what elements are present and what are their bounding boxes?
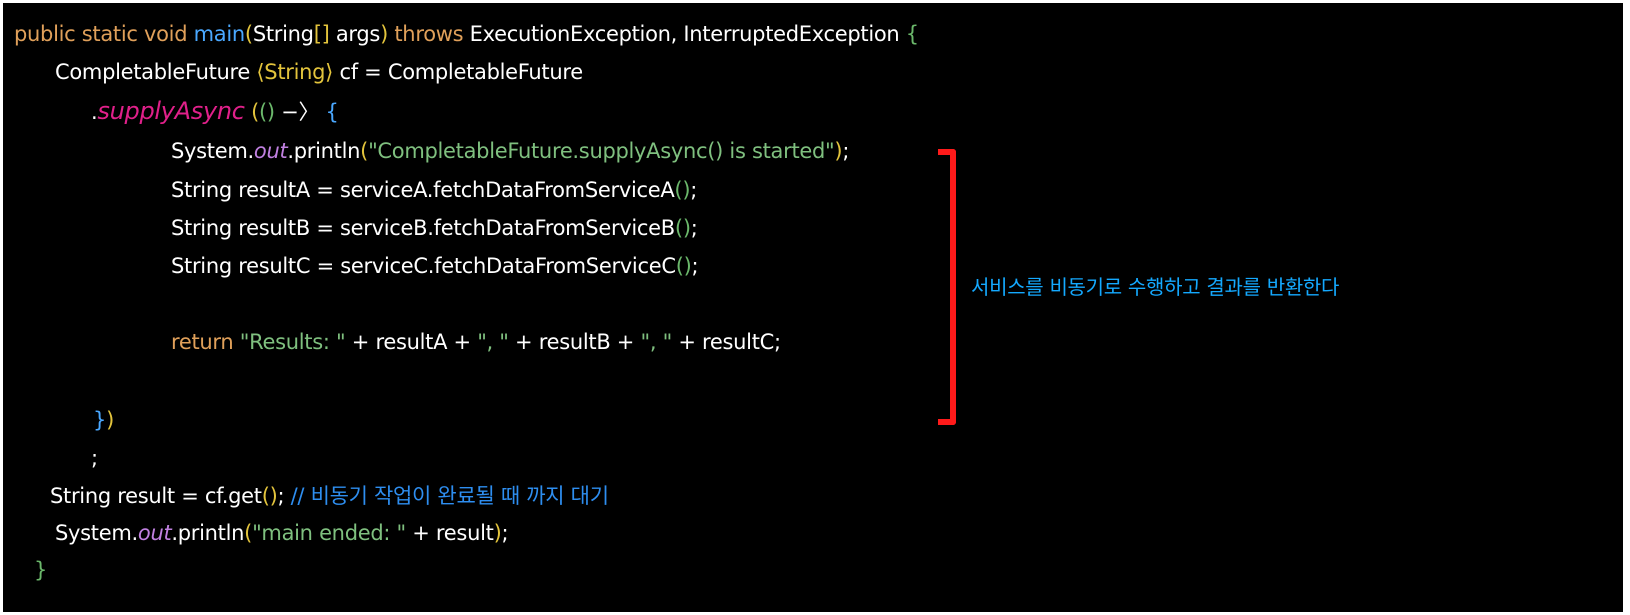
brace-open: { [905, 22, 919, 46]
semicolon: ; [690, 178, 697, 202]
concat-a: + resultA + [345, 330, 478, 354]
annotation-bracket [938, 149, 956, 425]
concat-c: + resultC; [671, 330, 781, 354]
call-parens: () [674, 178, 691, 202]
statement: String resultA = serviceA.fetchDataFromS… [171, 178, 675, 202]
system-obj: System. [171, 139, 254, 163]
code-line-println-end: System.out.println("main ended: " + resu… [55, 521, 509, 545]
return-keyword: return [171, 330, 234, 354]
lambda-arrow: −〉 [274, 100, 320, 124]
semicolon: ; [690, 216, 698, 240]
statement: String resultC = serviceC.fetchDataFromS… [171, 254, 676, 278]
array-brackets: [] [313, 22, 330, 46]
paren-open: ( [244, 22, 253, 46]
string-literal: "main ended: " [252, 521, 406, 545]
paren-close: ) [380, 22, 388, 46]
annotation-text: 서비스를 비동기로 수행하고 결과를 반환한다 [971, 275, 1340, 299]
separator-literal: ", " [640, 330, 672, 354]
lambda-brace-open: { [325, 100, 339, 124]
out-field: out [253, 139, 288, 163]
exception-list: ExecutionException, InterruptedException [463, 22, 906, 46]
concat-b: + resultB + [508, 330, 641, 354]
system-obj: System. [55, 521, 138, 545]
semicolon: ; [842, 139, 850, 163]
code-comment: // 비동기 작업이 완료될 때 까지 대기 [284, 484, 609, 508]
code-line-result-c: String resultC = serviceC.fetchDataFromS… [171, 254, 699, 278]
code-line-get-result: String result = cf.get(); // 비동기 작업이 완료될… [50, 484, 609, 508]
code-panel: public static void main(String[] args) t… [3, 3, 1623, 612]
println-call: .println [171, 521, 245, 545]
statement: String result = cf.get [50, 484, 262, 508]
semicolon: ; [501, 521, 509, 545]
throws-keyword: throws [394, 22, 464, 46]
method-name: main [193, 22, 246, 46]
decl-type: CompletableFuture [55, 60, 257, 84]
println-call: .println [287, 139, 361, 163]
brace-close: } [34, 558, 48, 582]
generic-type: ⟨String⟩ [256, 60, 334, 84]
code-line-main-signature: public static void main(String[] args) t… [14, 22, 919, 46]
concat-result: + result [405, 521, 494, 545]
paren-open: ( [244, 521, 253, 545]
lambda-brace-close: } [93, 408, 107, 432]
out-field: out [137, 521, 172, 545]
call-parens: () [261, 484, 278, 508]
string-literal: "CompletableFuture.supplyAsync() is star… [368, 139, 835, 163]
semicolon: ; [91, 446, 98, 470]
code-line-main-close: } [34, 558, 47, 582]
code-line-result-b: String resultB = serviceB.fetchDataFromS… [171, 216, 698, 240]
call-parens: () [675, 254, 692, 278]
supply-async-method: supplyAsync [97, 97, 245, 125]
paren-close: ) [106, 408, 114, 432]
paren-open: ( [251, 100, 259, 124]
code-line-supply-async: .supplyAsync (() −〉 { [91, 99, 339, 124]
param-name: args [329, 22, 381, 46]
code-line-future-decl: CompletableFuture ⟨String⟩ cf = Completa… [55, 60, 583, 84]
code-line-lambda-close: }) [93, 408, 114, 432]
code-line-result-a: String resultA = serviceA.fetchDataFromS… [171, 178, 697, 202]
separator-literal: ", " [477, 330, 509, 354]
decl-rest: cf = CompletableFuture [333, 60, 583, 84]
code-line-println-start: System.out.println("CompletableFuture.su… [171, 139, 849, 163]
paren-open: ( [360, 139, 369, 163]
semicolon: ; [691, 254, 699, 278]
method-modifiers: public static void [14, 22, 188, 46]
lambda-params: () [258, 100, 275, 124]
code-line-semicolon: ; [91, 446, 98, 470]
call-parens: () [674, 216, 691, 240]
string-literal: "Results: " [233, 330, 346, 354]
param-type: String [252, 22, 314, 46]
code-line-return: return "Results: " + resultA + ", " + re… [171, 330, 781, 354]
statement: String resultB = serviceB.fetchDataFromS… [171, 216, 675, 240]
